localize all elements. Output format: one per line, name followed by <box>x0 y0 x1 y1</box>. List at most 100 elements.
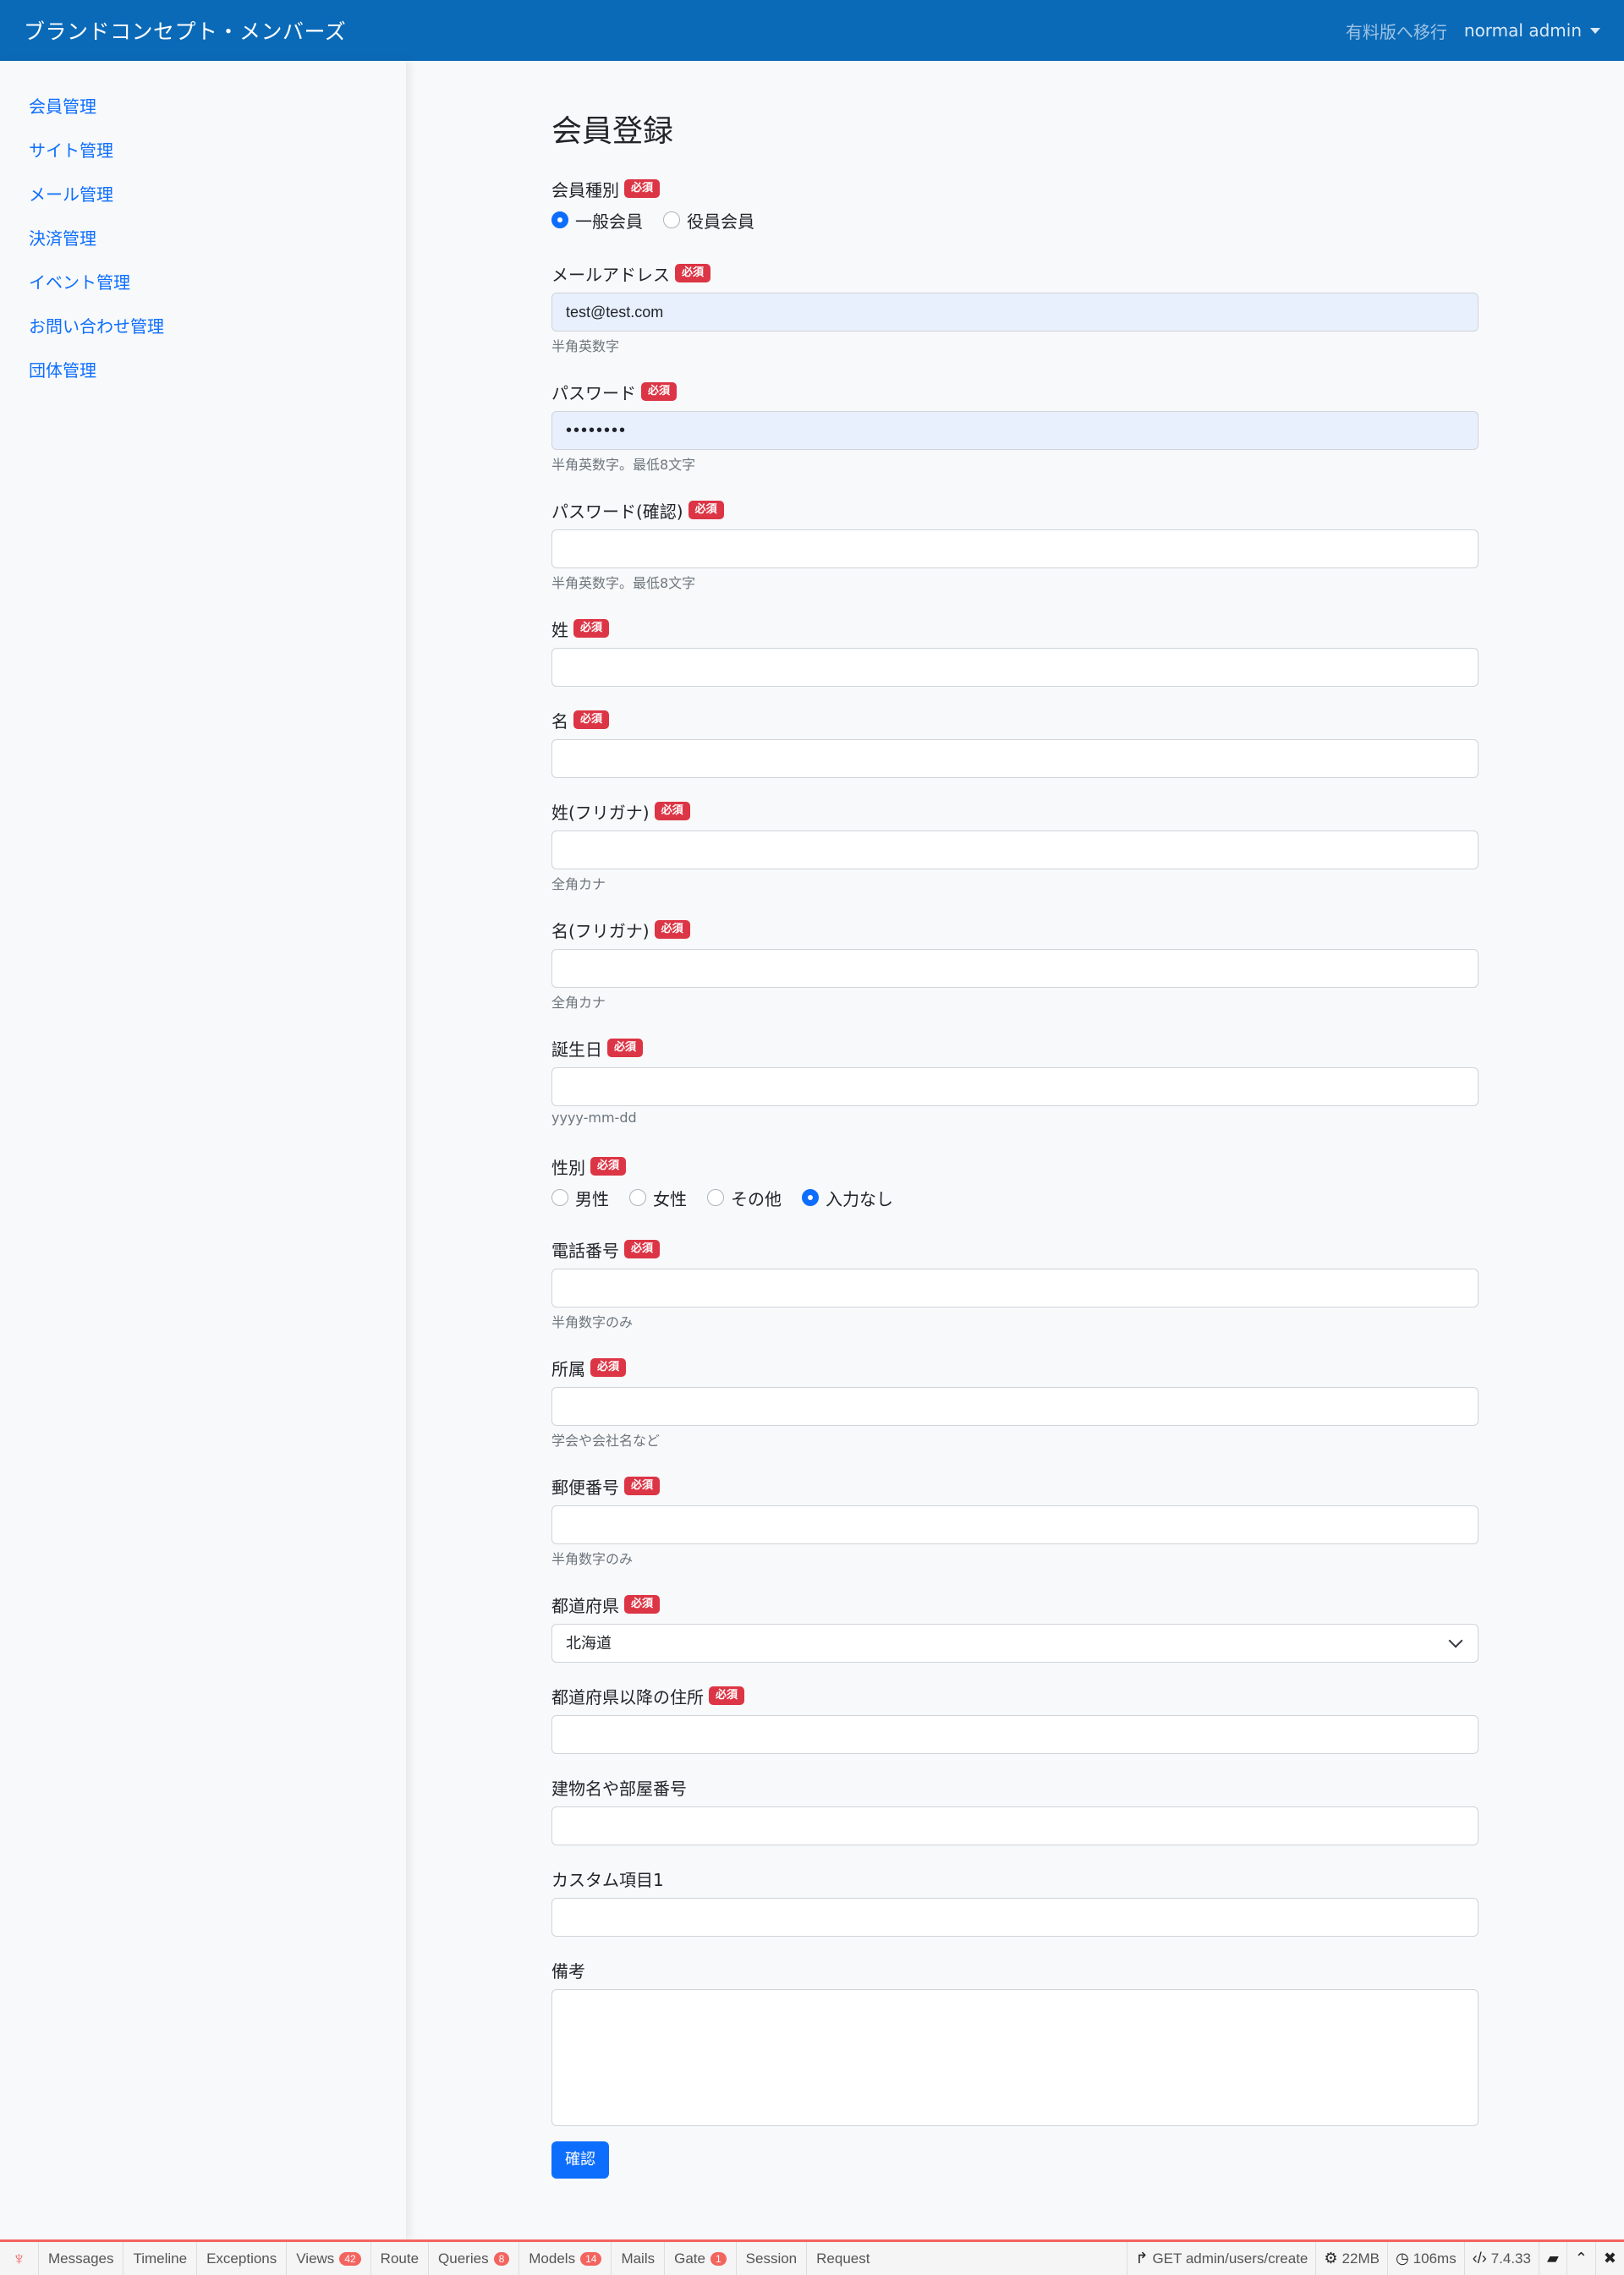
field-label: メールアドレス <box>551 264 670 285</box>
radio-male[interactable]: 男性 <box>551 1186 609 1210</box>
radio-officer-member[interactable]: 役員会員 <box>663 208 754 233</box>
sidebar-item-payment[interactable]: 決済管理 <box>0 217 406 260</box>
help-text: 半角英数字 <box>551 338 620 354</box>
field-label: カスタム項目1 <box>551 1869 664 1890</box>
radio-label: 女性 <box>653 1188 687 1209</box>
field-birthday: 誕生日 必須 yyyy-mm-dd <box>551 1035 1479 1154</box>
email-input[interactable]: test@test.com <box>551 293 1479 332</box>
radio-female[interactable]: 女性 <box>629 1186 687 1210</box>
help-text: 学会や会社名など <box>551 1433 661 1449</box>
radio-checked-icon <box>802 1189 819 1206</box>
first-name-input[interactable] <box>551 739 1479 778</box>
confirm-button[interactable]: 確認 <box>551 2141 609 2179</box>
required-badge: 必須 <box>607 1039 644 1057</box>
debug-tab-exceptions[interactable]: Exceptions <box>197 2242 288 2275</box>
debug-tab-route[interactable]: Route <box>371 2242 430 2275</box>
maximize-button[interactable]: ⌃ <box>1566 2242 1595 2275</box>
building-input[interactable] <box>551 1806 1479 1845</box>
debug-tab-timeline[interactable]: Timeline <box>123 2242 198 2275</box>
tab-label: Route <box>380 2250 420 2267</box>
radio-general-member[interactable]: 一般会員 <box>551 208 643 233</box>
field-label: 郵便番号 <box>551 1477 619 1498</box>
field-label: 性別 <box>551 1157 585 1178</box>
debug-tab-session[interactable]: Session <box>737 2242 808 2275</box>
php-text: 7.4.33 <box>1490 2250 1531 2267</box>
field-label: パスワード(確認) <box>551 501 683 522</box>
close-debugbar-button[interactable]: ✖ <box>1594 2242 1624 2275</box>
last-name-kana-input[interactable] <box>551 831 1479 869</box>
field-last-name: 姓必須 <box>551 616 1479 707</box>
tab-label: Mails <box>621 2250 656 2267</box>
folder-icon: ▰ <box>1546 2250 1559 2267</box>
sidebar-item-inquiries[interactable]: お問い合わせ管理 <box>0 304 406 348</box>
debug-tab-queries[interactable]: Queries 8 <box>429 2242 520 2275</box>
count-badge: 14 <box>580 2251 602 2266</box>
password-input[interactable]: •••••••• <box>551 411 1479 450</box>
debug-tab-gate[interactable]: Gate 1 <box>665 2242 737 2275</box>
notes-textarea[interactable] <box>551 1989 1479 2126</box>
debug-time: ◷ 106ms <box>1386 2242 1464 2275</box>
tab-label: Queries <box>438 2250 489 2267</box>
required-badge: 必須 <box>654 920 690 939</box>
count-badge: 42 <box>339 2251 361 2266</box>
postal-code-input[interactable] <box>551 1505 1479 1544</box>
prefecture-select[interactable]: 北海道 <box>551 1624 1479 1663</box>
field-label: 姓(フリガナ) <box>551 802 650 823</box>
tab-label: Request <box>816 2250 870 2267</box>
help-text: 全角カナ <box>551 995 606 1011</box>
sidebar-item-groups[interactable]: 団体管理 <box>0 348 406 392</box>
field-label: 誕生日 <box>551 1039 602 1060</box>
field-prefecture: 都道府県 必須 北海道 <box>551 1592 1479 1683</box>
sidebar-item-mail[interactable]: メール管理 <box>0 173 406 217</box>
debug-tab-request[interactable]: Request <box>807 2242 879 2275</box>
tab-label: Views <box>296 2250 335 2267</box>
birthday-input[interactable] <box>551 1067 1479 1106</box>
close-icon: ✖ <box>1603 2250 1616 2267</box>
password-confirm-input[interactable] <box>551 529 1479 568</box>
field-email: メールアドレス 必須 test@test.com 半角英数字 <box>551 260 1479 379</box>
help-text: 全角カナ <box>551 876 606 892</box>
radio-label: 役員会員 <box>687 211 754 232</box>
field-label: 備考 <box>551 1960 585 1982</box>
count-badge: 8 <box>493 2251 510 2266</box>
affiliation-input[interactable] <box>551 1387 1479 1426</box>
field-phone: 電話番号 必須 半角数字のみ <box>551 1236 1479 1355</box>
debug-tab-views[interactable]: Views 42 <box>287 2242 371 2275</box>
last-name-input[interactable] <box>551 648 1479 687</box>
help-text: 半角数字のみ <box>551 1551 634 1567</box>
chevron-up-icon: ⌃ <box>1574 2250 1588 2267</box>
required-badge: 必須 <box>641 382 678 401</box>
first-name-kana-input[interactable] <box>551 949 1479 988</box>
upgrade-link[interactable]: 有料版へ移行 <box>1346 19 1447 43</box>
required-badge: 必須 <box>624 1240 661 1258</box>
help-text: 半角英数字。最低8文字 <box>551 575 696 591</box>
debug-route[interactable]: ↱ GET admin/users/create <box>1127 2242 1315 2275</box>
field-label: 電話番号 <box>551 1240 619 1261</box>
required-badge: 必須 <box>675 264 711 282</box>
tab-label: Timeline <box>133 2250 188 2267</box>
debug-tab-models[interactable]: Models 14 <box>519 2242 612 2275</box>
field-building: 建物名や部屋番号 <box>551 1774 1479 1866</box>
field-label: 名 <box>551 710 568 732</box>
required-badge: 必須 <box>624 179 661 198</box>
sidebar-item-members[interactable]: 会員管理 <box>0 85 406 129</box>
cogs-icon: ⚙ <box>1324 2250 1338 2267</box>
tab-label: Session <box>745 2250 798 2267</box>
user-menu[interactable]: normal admin <box>1464 20 1600 41</box>
code-icon: ‹/› <box>1472 2250 1487 2267</box>
open-folder-button[interactable]: ▰ <box>1538 2242 1566 2275</box>
laravel-logo-icon[interactable]: ♆ <box>0 2242 39 2275</box>
custom1-input[interactable] <box>551 1898 1479 1937</box>
debug-tab-mails[interactable]: Mails <box>612 2242 666 2275</box>
brand-title[interactable]: ブランドコンセプト・メンバーズ <box>24 15 346 46</box>
count-badge: 1 <box>710 2251 727 2266</box>
radio-other[interactable]: その他 <box>707 1186 782 1210</box>
tab-label: Gate <box>674 2250 705 2267</box>
debug-tab-messages[interactable]: Messages <box>39 2242 124 2275</box>
sidebar-item-events[interactable]: イベント管理 <box>0 260 406 304</box>
radio-no-input[interactable]: 入力なし <box>802 1186 893 1210</box>
tab-label: Exceptions <box>206 2250 277 2267</box>
sidebar-item-site[interactable]: サイト管理 <box>0 129 406 173</box>
phone-input[interactable] <box>551 1269 1479 1307</box>
address-input[interactable] <box>551 1715 1479 1754</box>
